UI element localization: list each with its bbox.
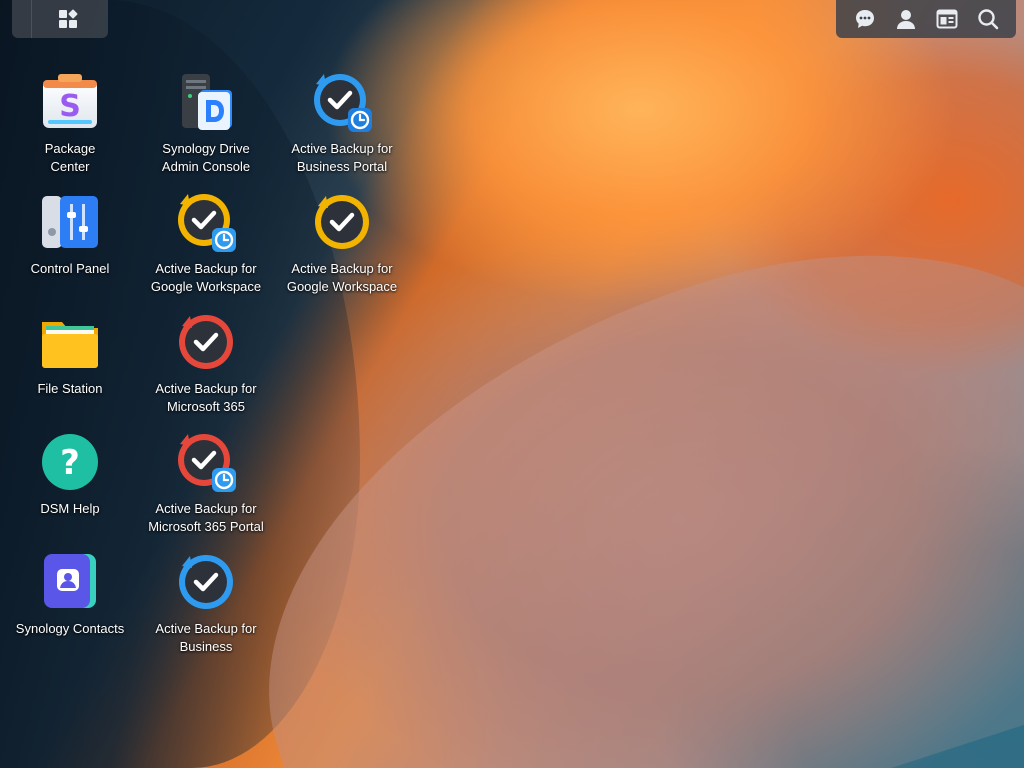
shortcut-active-backup-google[interactable]: Active Backup for Google Workspace [274, 190, 410, 296]
shortcut-label: Active Backup for Microsoft 365 Portal [148, 501, 264, 534]
shortcut-label: Active Backup for Google Workspace [150, 261, 262, 294]
active-backup-portal-icon [310, 70, 374, 134]
shortcut-active-backup-m365[interactable]: Active Backup for Microsoft 365 [138, 310, 274, 416]
shortcut-synology-drive-admin[interactable]: Synology Drive Admin Console [138, 70, 274, 176]
widgets-icon[interactable] [935, 7, 959, 31]
shortcut-control-panel[interactable]: Control Panel [2, 190, 138, 278]
active-backup-m365-portal-icon [174, 430, 238, 494]
shortcut-label: Active Backup for Microsoft 365 [155, 381, 257, 414]
shortcut-active-backup-business-portal[interactable]: Active Backup for Business Portal [274, 70, 410, 176]
shortcut-label: File Station [37, 381, 103, 396]
active-backup-business-icon [174, 550, 238, 614]
shortcut-active-backup-m365-portal[interactable]: Active Backup for Microsoft 365 Portal [138, 430, 274, 536]
user-icon[interactable] [894, 7, 918, 31]
active-backup-google-icon [310, 190, 374, 254]
chat-icon[interactable] [853, 7, 877, 31]
synology-contacts-icon [38, 550, 102, 614]
package-center-icon: S [38, 70, 102, 134]
search-icon[interactable] [976, 7, 1000, 31]
shortcut-active-backup-business[interactable]: Active Backup for Business [138, 550, 274, 656]
desktop: S Package Center Control Panel File Stat… [0, 0, 1024, 768]
shortcut-label: Active Backup for Business Portal [291, 141, 393, 174]
file-station-icon [38, 310, 102, 374]
svg-text:?: ? [60, 443, 80, 483]
shortcut-label: Synology Contacts [15, 621, 125, 636]
synology-drive-icon [174, 70, 238, 134]
main-menu-icon [59, 9, 78, 28]
shortcut-label: Active Backup for Business [155, 621, 257, 654]
svg-text:S: S [59, 89, 81, 124]
shortcut-label: DSM Help [40, 501, 100, 516]
shortcut-package-center[interactable]: S Package Center [2, 70, 138, 176]
shortcut-label: Synology Drive Admin Console [161, 141, 251, 174]
separator [31, 0, 32, 38]
active-backup-m365-icon [174, 310, 238, 374]
system-tray [836, 0, 1016, 38]
main-menu-button[interactable] [12, 0, 108, 38]
shortcut-synology-contacts[interactable]: Synology Contacts [2, 550, 138, 638]
shortcut-active-backup-google-portal[interactable]: Active Backup for Google Workspace [138, 190, 274, 296]
control-panel-icon [38, 190, 102, 254]
shortcut-file-station[interactable]: File Station [2, 310, 138, 398]
active-backup-google-portal-icon [174, 190, 238, 254]
shortcut-label: Package Center [44, 141, 96, 174]
shortcut-dsm-help[interactable]: ? DSM Help [2, 430, 138, 518]
shortcut-label: Control Panel [30, 261, 110, 276]
dsm-help-icon: ? [38, 430, 102, 494]
shortcut-label: Active Backup for Google Workspace [286, 261, 398, 294]
